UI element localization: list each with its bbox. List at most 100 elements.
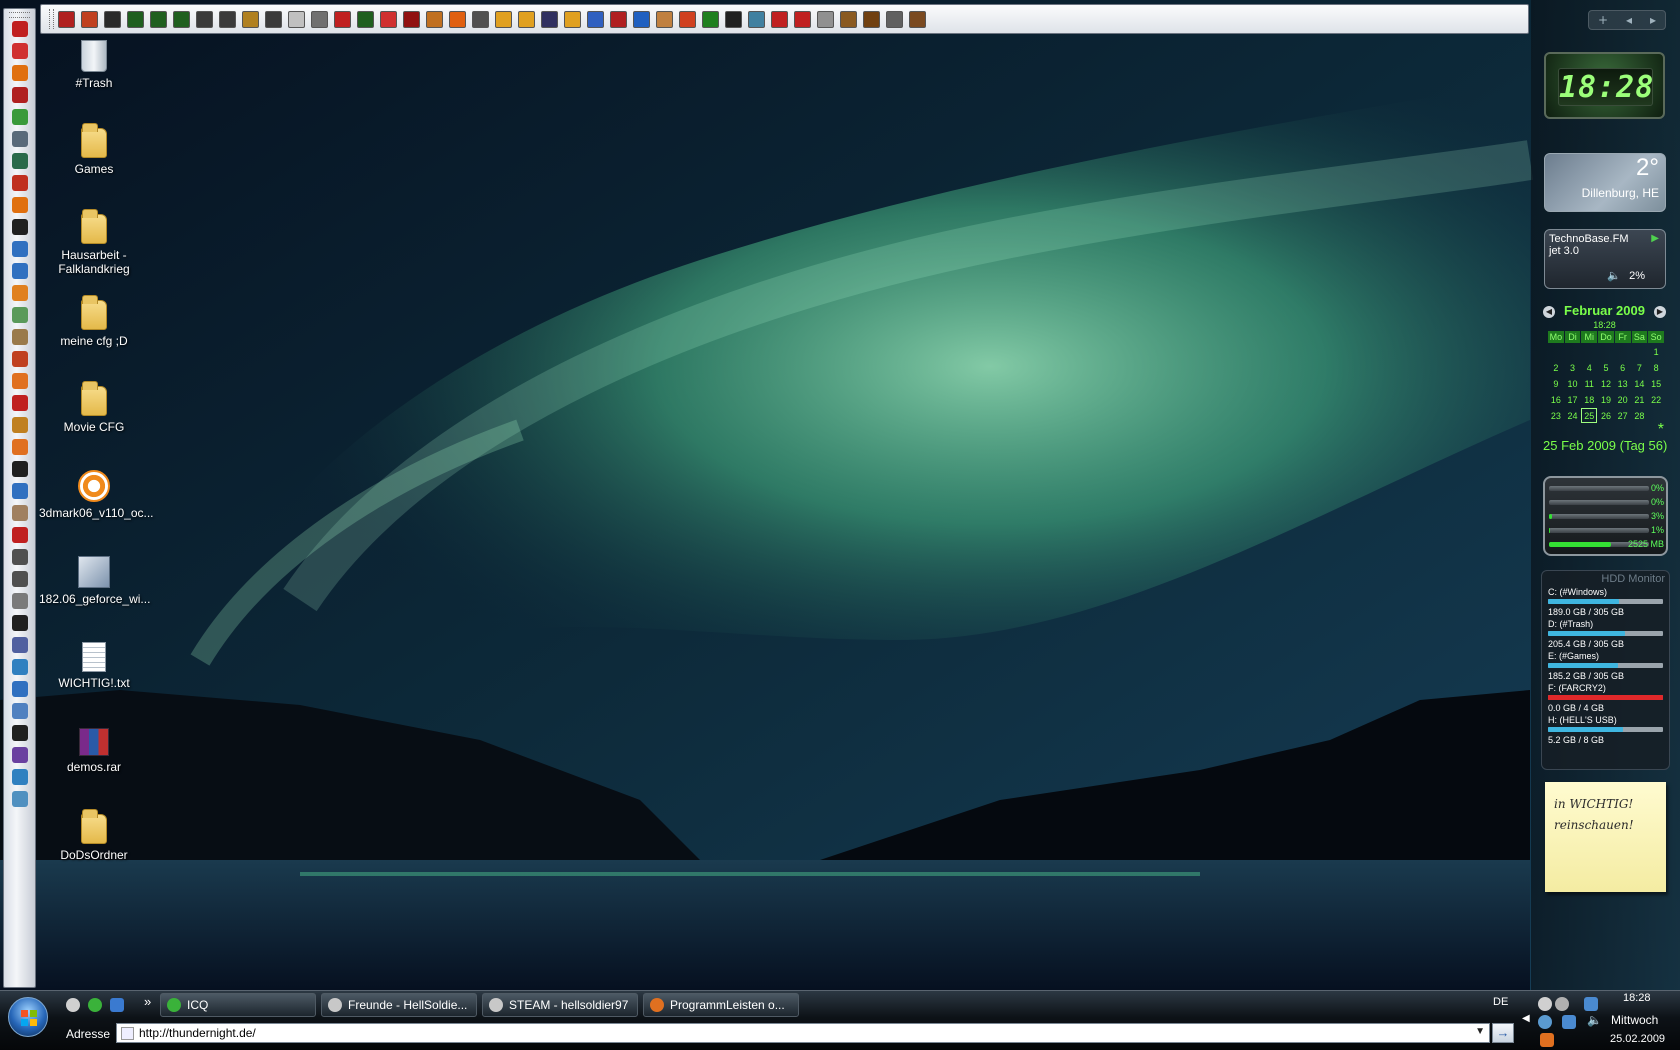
calendar-day[interactable]: 21	[1632, 392, 1648, 407]
hdd-monitor-gadget[interactable]: HDD Monitor C: (#Windows) 189.0 GB / 305 …	[1541, 570, 1670, 770]
toolbar-program-icon[interactable]	[702, 10, 719, 28]
toolbar-program-icon[interactable]	[840, 10, 857, 28]
toolbar-program-icon[interactable]	[11, 461, 28, 477]
toolbar-program-icon[interactable]	[150, 10, 167, 28]
toolbar-program-icon[interactable]	[541, 10, 558, 28]
calendar-day[interactable]: 26	[1598, 408, 1614, 423]
quicklaunch-steam-icon[interactable]	[66, 998, 80, 1012]
toolbar-program-icon[interactable]	[817, 10, 834, 28]
tray-network-icon[interactable]	[1584, 997, 1598, 1011]
toolbar-program-icon[interactable]	[104, 10, 121, 28]
tray-clock-date[interactable]: 25.02.2009	[1610, 1033, 1665, 1045]
toolbar-program-icon[interactable]	[242, 10, 259, 28]
toolbar-program-icon[interactable]	[11, 527, 28, 543]
weather-gadget[interactable]: 2° Dillenburg, HE	[1544, 153, 1666, 212]
toolbar-program-icon[interactable]	[11, 791, 28, 807]
desktop-icon-demos-rar[interactable]: demos.rar	[39, 728, 149, 774]
desktop-icon-wichtig-txt[interactable]: WICHTIG!.txt	[39, 642, 149, 690]
toolbar-program-icon[interactable]	[11, 219, 28, 235]
toolbar-program-icon[interactable]	[11, 175, 28, 191]
add-gadget-button[interactable]: +	[1598, 13, 1608, 27]
language-indicator[interactable]: DE	[1493, 996, 1508, 1008]
digital-clock-gadget[interactable]: 18:28	[1544, 52, 1665, 119]
calendar-day[interactable]: 18	[1581, 392, 1597, 407]
quicklaunch-show-desktop-icon[interactable]	[110, 998, 124, 1012]
next-month-icon[interactable]: ▶	[1654, 306, 1666, 318]
toolbar-program-icon[interactable]	[127, 10, 144, 28]
toolbar-program-icon[interactable]	[334, 10, 351, 28]
tray-steam-icon[interactable]	[1555, 997, 1569, 1011]
calendar-day[interactable]: 2	[1548, 360, 1564, 375]
taskbar-button-firefox[interactable]: ProgrammLeisten o...	[643, 993, 799, 1017]
calendar-day[interactable]: 23	[1548, 408, 1564, 423]
toolbar-program-icon[interactable]	[11, 65, 28, 81]
calendar-day[interactable]: 17	[1565, 392, 1581, 407]
desktop-icon-games[interactable]: Games	[39, 123, 149, 176]
toolbar-program-icon[interactable]	[748, 10, 765, 28]
calendar-day[interactable]: 8	[1648, 360, 1664, 375]
calendar-day[interactable]: 4	[1581, 360, 1597, 375]
toolbar-program-icon[interactable]	[11, 395, 28, 411]
toolbar-program-icon[interactable]	[518, 10, 535, 28]
calendar-day[interactable]: 22	[1648, 392, 1664, 407]
toolbar-program-icon[interactable]	[380, 10, 397, 28]
toolbar-program-icon[interactable]	[11, 285, 28, 301]
toolbar-program-icon[interactable]	[863, 10, 880, 28]
toolbar-program-icon[interactable]	[173, 10, 190, 28]
toolbar-program-icon[interactable]	[11, 307, 28, 323]
toolbar-program-icon[interactable]	[11, 593, 28, 609]
toolbar-program-icon[interactable]	[11, 439, 28, 455]
toolbar-program-icon[interactable]	[11, 351, 28, 367]
toolbar-program-icon[interactable]	[472, 10, 489, 28]
taskbar-button-steam[interactable]: STEAM - hellsoldier97	[482, 993, 638, 1017]
toolbar-program-icon[interactable]	[265, 10, 282, 28]
toolbar-program-icon[interactable]	[11, 263, 28, 279]
toolbar-program-icon[interactable]	[11, 769, 28, 785]
toolbar-program-icon[interactable]	[11, 637, 28, 653]
desktop-icon-movie-cfg[interactable]: Movie CFG	[39, 381, 149, 434]
toolbar-program-icon[interactable]	[11, 329, 28, 345]
address-dropdown-button[interactable]: ▼	[1475, 1026, 1485, 1037]
toolbar-program-icon[interactable]	[11, 109, 28, 125]
desktop-icon-hausarbeit[interactable]: Hausarbeit - Falklandkrieg	[39, 209, 149, 276]
toolbar-program-icon[interactable]	[633, 10, 650, 28]
calendar-day[interactable]: 14	[1632, 376, 1648, 391]
calendar-day[interactable]: 24	[1565, 408, 1581, 423]
calendar-day[interactable]: 6	[1615, 360, 1631, 375]
toolbar-program-icon[interactable]	[11, 703, 28, 719]
sticky-note-gadget[interactable]: in WICHTIG! reinschauen!	[1545, 782, 1666, 892]
toolbar-program-icon[interactable]	[196, 10, 213, 28]
desktop-icon-trash[interactable]: #Trash	[39, 40, 149, 90]
toolbar-program-icon[interactable]	[11, 373, 28, 389]
address-go-button[interactable]: →	[1492, 1023, 1514, 1043]
tray-clock-day[interactable]: Mittwoch	[1611, 1013, 1658, 1027]
toolbar-program-icon[interactable]	[909, 10, 926, 28]
toolbar-program-icon[interactable]	[11, 417, 28, 433]
toolbar-program-icon[interactable]	[564, 10, 581, 28]
calendar-day[interactable]: 19	[1598, 392, 1614, 407]
toolbar-grip[interactable]	[9, 12, 30, 18]
toolbar-program-icon[interactable]	[11, 505, 28, 521]
play-icon[interactable]: ▶	[1651, 233, 1659, 244]
tray-volume-icon[interactable]: 🔈	[1587, 1013, 1602, 1027]
toolbar-program-icon[interactable]	[794, 10, 811, 28]
speaker-icon[interactable]: 🔈	[1607, 269, 1621, 282]
calendar-day[interactable]: 11	[1581, 376, 1597, 391]
calendar-day[interactable]: 3	[1565, 360, 1581, 375]
toolbar-program-icon[interactable]	[11, 241, 28, 257]
taskbar-button-freunde[interactable]: Freunde - HellSoldie...	[321, 993, 477, 1017]
toolbar-program-icon[interactable]	[11, 131, 28, 147]
tray-users-icon[interactable]	[1538, 1015, 1552, 1029]
tray-network-icon[interactable]	[1562, 1015, 1576, 1029]
calendar-day[interactable]: 10	[1565, 376, 1581, 391]
toolbar-program-icon[interactable]	[656, 10, 673, 28]
toolbar-program-icon[interactable]	[587, 10, 604, 28]
toolbar-program-icon[interactable]	[58, 10, 75, 28]
tray-usb-icon[interactable]	[1540, 1033, 1554, 1047]
desktop-icon-dodsordner[interactable]: DoDsOrdner	[39, 809, 149, 862]
calendar-day[interactable]: 16	[1548, 392, 1564, 407]
radio-gadget[interactable]: TechnoBase.FM jet 3.0 ▶ 🔈 2%	[1544, 229, 1666, 289]
calendar-day[interactable]: 7	[1632, 360, 1648, 375]
toolbar-program-icon[interactable]	[11, 483, 28, 499]
start-button[interactable]	[8, 997, 48, 1037]
